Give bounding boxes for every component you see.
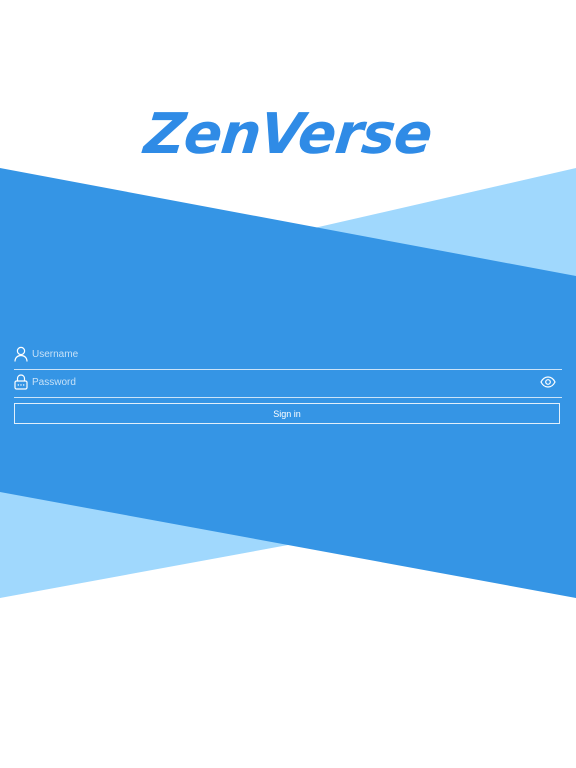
- brand-logo: ZenVerse: [141, 102, 435, 167]
- username-field[interactable]: [14, 341, 562, 370]
- user-icon: [14, 346, 28, 362]
- login-page: ZenVerse Sign in: [0, 0, 576, 768]
- password-field[interactable]: [14, 369, 562, 398]
- sign-in-button[interactable]: Sign in: [14, 403, 560, 424]
- lock-icon: [14, 374, 28, 390]
- eye-icon[interactable]: [540, 375, 556, 388]
- password-input[interactable]: [32, 373, 532, 391]
- username-input[interactable]: [32, 345, 532, 363]
